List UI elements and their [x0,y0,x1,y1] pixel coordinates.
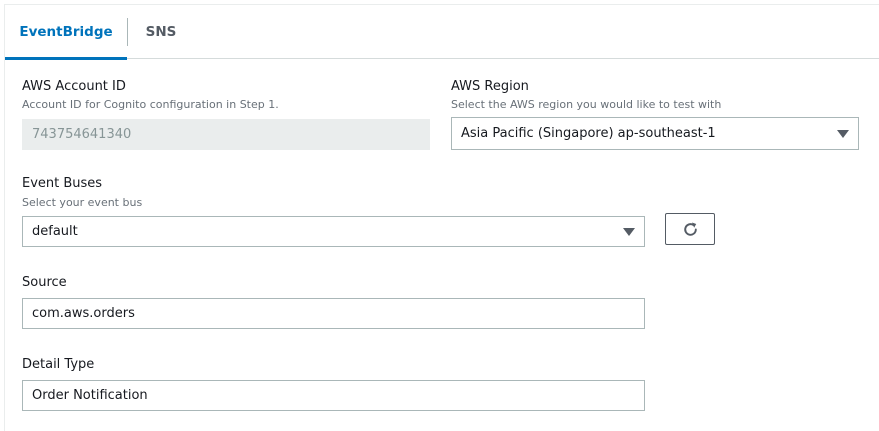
region-label: AWS Region [451,79,529,94]
region-select-value: Asia Pacific (Singapore) ap-southeast-1 [461,126,716,141]
detail-type-input[interactable]: Order Notification [22,380,645,411]
caret-down-icon [837,130,849,138]
account-id-label: AWS Account ID [22,79,126,94]
event-buses-description: Select your event bus [22,196,143,209]
source-input[interactable]: com.aws.orders [22,298,645,329]
source-label: Source [22,275,67,290]
event-buses-label: Event Buses [22,176,103,191]
region-select[interactable]: Asia Pacific (Singapore) ap-southeast-1 [451,117,859,150]
event-bus-select[interactable]: default [22,216,645,247]
refresh-event-buses-button[interactable] [665,213,715,245]
event-bus-select-value: default [32,224,78,239]
caret-down-icon [623,228,635,236]
refresh-icon [684,222,697,236]
region-description: Select the AWS region you would like to … [451,98,722,111]
tab-eventbridge[interactable]: EventBridge [5,5,127,60]
detail-type-label: Detail Type [22,357,95,372]
account-id-description: Account ID for Cognito configuration in … [22,98,279,111]
tab-bar: EventBridge SNS [5,5,879,60]
account-id-input: 743754641340 [22,119,430,150]
tab-sns[interactable]: SNS [128,5,194,59]
